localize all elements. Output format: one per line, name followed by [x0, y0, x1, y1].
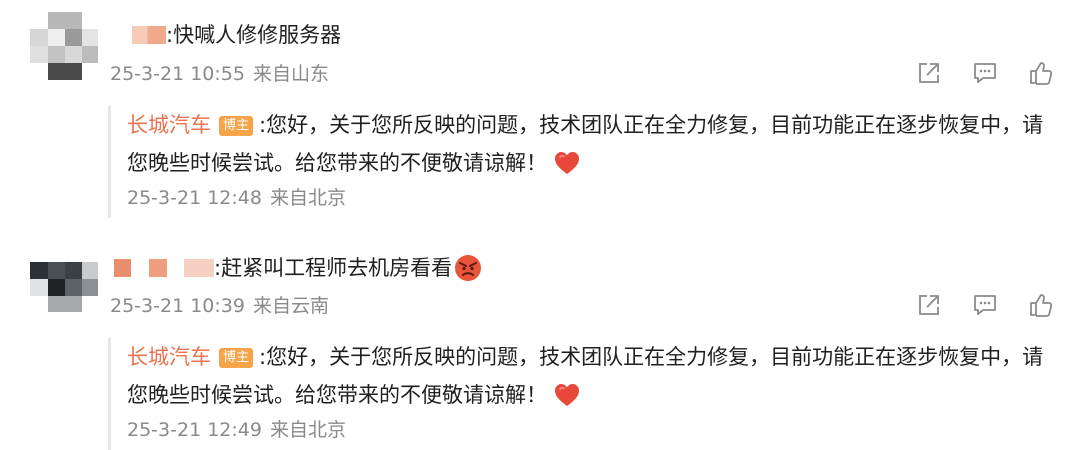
username-mosaic[interactable] [132, 26, 166, 44]
comment-text: :快喊人修修服务器 [166, 23, 342, 47]
comment-actions [916, 292, 1054, 318]
comment-content: :赶紧叫工程师去机房看看 [114, 254, 482, 282]
comment-date: 25-3-21 10:55 [110, 63, 245, 85]
comment-actions [916, 60, 1054, 86]
heart-emoji [555, 384, 579, 406]
reply-location: 来自北京 [269, 419, 346, 441]
comment-icon[interactable] [972, 60, 998, 86]
reply-meta: 25-3-21 12:49 来自北京 [127, 418, 346, 442]
comment-meta: 25-3-21 10:55 来自山东 [110, 62, 329, 86]
share-icon[interactable] [916, 292, 942, 318]
reply-meta: 25-3-21 12:48 来自北京 [127, 186, 346, 210]
comment-content: :快喊人修修服务器 [110, 22, 341, 48]
comment-date: 25-3-21 10:39 [110, 295, 245, 317]
author-badge: 博主 [219, 348, 254, 368]
angry-emoji [455, 255, 482, 281]
reply-author[interactable]: 长城汽车 [127, 345, 211, 369]
reply-text: :您好，关于您所反映的问题，技术团队正在全力修复，目前功能正在逐步恢复中，请您晚… [127, 345, 1044, 407]
heart-emoji [555, 152, 579, 174]
reply-block: 长城汽车 博主:您好，关于您所反映的问题，技术团队正在全力修复，目前功能正在逐步恢… [108, 106, 1051, 218]
reply-text: :您好，关于您所反映的问题，技术团队正在全力修复，目前功能正在逐步恢复中，请您晚… [127, 113, 1044, 175]
comment-text: :赶紧叫工程师去机房看看 [214, 256, 453, 280]
reply-date: 25-3-21 12:48 [127, 187, 262, 209]
avatar[interactable] [30, 12, 98, 80]
like-icon[interactable] [1028, 292, 1054, 318]
share-icon[interactable] [916, 60, 942, 86]
reply-author[interactable]: 长城汽车 [127, 113, 211, 137]
comment-location: 来自云南 [252, 295, 329, 317]
author-badge: 博主 [219, 116, 254, 136]
comment-icon[interactable] [972, 292, 998, 318]
reply-content: 长城汽车 博主:您好，关于您所反映的问题，技术团队正在全力修复，目前功能正在逐步恢… [127, 338, 1047, 414]
avatar[interactable] [30, 244, 98, 312]
reply-date: 25-3-21 12:49 [127, 419, 262, 441]
reply-content: 长城汽车 博主:您好，关于您所反映的问题，技术团队正在全力修复，目前功能正在逐步恢… [127, 106, 1047, 182]
reply-location: 来自北京 [269, 187, 346, 209]
comment-meta: 25-3-21 10:39 来自云南 [110, 294, 329, 318]
comment-location: 来自山东 [252, 63, 329, 85]
reply-block: 长城汽车 博主:您好，关于您所反映的问题，技术团队正在全力修复，目前功能正在逐步恢… [108, 338, 1051, 450]
like-icon[interactable] [1028, 60, 1054, 86]
username-mosaic[interactable] [114, 259, 214, 277]
